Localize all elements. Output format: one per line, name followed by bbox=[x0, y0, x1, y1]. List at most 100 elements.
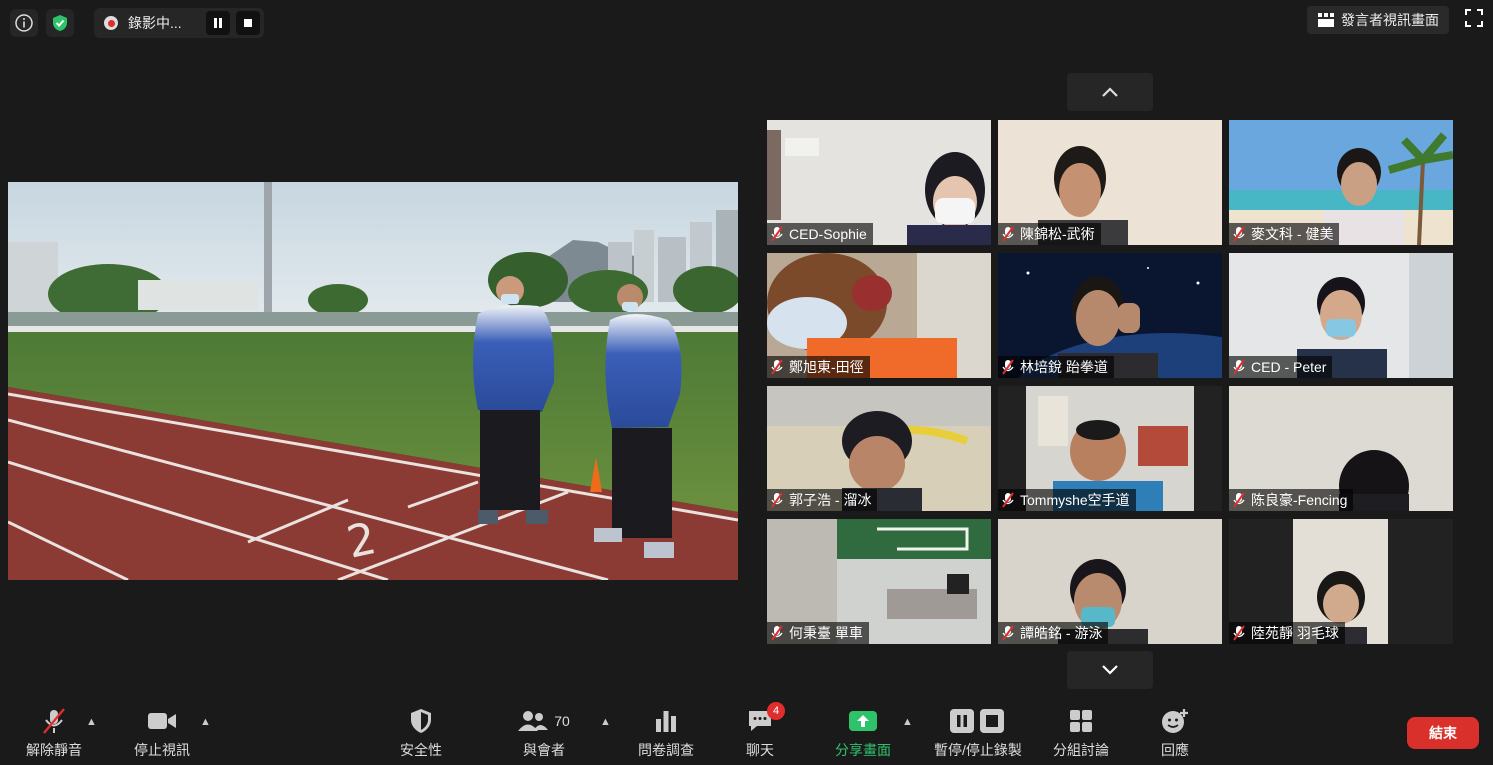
mic-muted-icon bbox=[771, 625, 783, 641]
recording-indicator: 錄影中... bbox=[94, 8, 264, 38]
speaker-view-icon bbox=[1318, 13, 1334, 27]
participant-name: 鄭旭東-田徑 bbox=[789, 359, 864, 375]
participant-name: 陳錦松-武術 bbox=[1020, 226, 1095, 242]
participant-name-tag: 郭子浩 - 溜冰 bbox=[767, 489, 878, 511]
participant-tile[interactable]: 麥文科 - 健美 bbox=[1229, 120, 1453, 245]
unmute-button[interactable]: 解除靜音 bbox=[9, 706, 99, 760]
participant-tile[interactable]: 譚皓銘 - 游泳 bbox=[998, 519, 1222, 644]
mic-muted-icon bbox=[1233, 226, 1245, 242]
participant-tile[interactable]: 陸苑靜 羽毛球 bbox=[1229, 519, 1453, 644]
bar-chart-icon bbox=[656, 711, 676, 732]
end-meeting-button[interactable]: 結束 bbox=[1407, 717, 1479, 749]
main-video-stage: 2 bbox=[8, 182, 738, 580]
fullscreen-button[interactable] bbox=[1465, 8, 1483, 32]
pause-recording-button[interactable] bbox=[205, 11, 230, 35]
participant-name: 郭子浩 - 溜冰 bbox=[789, 492, 872, 508]
pause-stop-recording-label: 暫停/停止錄製 bbox=[934, 742, 1022, 758]
participant-name: 林培銳 跆拳道 bbox=[1020, 359, 1108, 375]
breakout-rooms-button[interactable]: 分組討論 bbox=[1036, 706, 1126, 760]
pause-stop-recording-button[interactable]: 暫停/停止錄製 bbox=[932, 706, 1024, 760]
participant-name-tag: 麥文科 - 健美 bbox=[1229, 223, 1340, 245]
gallery-next-page-button[interactable] bbox=[1067, 651, 1153, 689]
stop-icon bbox=[243, 19, 252, 27]
participant-name-tag: 林培銳 跆拳道 bbox=[998, 356, 1114, 378]
participant-name-tag: 譚皓銘 - 游泳 bbox=[998, 622, 1109, 644]
encryption-button[interactable] bbox=[46, 9, 74, 37]
security-button[interactable]: 安全性 bbox=[376, 706, 466, 760]
audio-options-caret-icon[interactable]: ▲ bbox=[86, 716, 97, 728]
participant-name-tag: Tommyshe空手道 bbox=[998, 489, 1136, 511]
gallery-prev-page-button[interactable] bbox=[1067, 73, 1153, 111]
participant-name: 譚皓銘 - 游泳 bbox=[1020, 625, 1103, 641]
shield-check-icon bbox=[53, 15, 67, 31]
participant-name-tag: 陸苑靜 羽毛球 bbox=[1229, 622, 1345, 644]
recording-label: 錄影中... bbox=[128, 15, 182, 31]
recording-dot-icon bbox=[104, 16, 118, 30]
participants-label: 與會者 bbox=[523, 742, 565, 758]
participant-tile[interactable]: Tommyshe空手道 bbox=[998, 386, 1222, 511]
participant-tile[interactable]: 陈良豪-Fencing bbox=[1229, 386, 1453, 511]
stop-recording-button[interactable] bbox=[235, 11, 260, 35]
participant-name-tag: 陳錦松-武術 bbox=[998, 223, 1101, 245]
meeting-info-button[interactable] bbox=[10, 9, 38, 37]
participant-tile[interactable]: 鄭旭東-田徑 bbox=[767, 253, 991, 378]
participant-name: 何秉臺 單車 bbox=[789, 625, 863, 641]
breakout-rooms-icon bbox=[1070, 710, 1092, 732]
participant-name: 陈良豪-Fencing bbox=[1251, 492, 1348, 508]
mic-muted-icon bbox=[43, 708, 65, 734]
chevron-down-icon bbox=[1102, 665, 1118, 675]
share-options-caret-icon[interactable]: ▲ bbox=[902, 716, 913, 728]
track-scene-image: 2 bbox=[8, 182, 738, 580]
participant-tile[interactable]: 林培銳 跆拳道 bbox=[998, 253, 1222, 378]
video-options-caret-icon[interactable]: ▲ bbox=[200, 716, 211, 728]
video-camera-icon bbox=[148, 713, 176, 729]
participant-name: Tommyshe空手道 bbox=[1020, 492, 1130, 508]
participant-tile[interactable]: 何秉臺 單車 bbox=[767, 519, 991, 644]
mic-muted-icon bbox=[1002, 492, 1014, 508]
polls-button[interactable]: 問卷調查 bbox=[621, 706, 711, 760]
mic-muted-icon bbox=[771, 492, 783, 508]
participant-tile[interactable]: 郭子浩 - 溜冰 bbox=[767, 386, 991, 511]
mic-muted-icon bbox=[1002, 625, 1014, 641]
participants-options-caret-icon[interactable]: ▲ bbox=[600, 716, 611, 728]
mic-muted-icon bbox=[1233, 625, 1245, 641]
stop-video-label: 停止視訊 bbox=[134, 742, 190, 758]
share-screen-button[interactable]: 分享畫面 bbox=[818, 706, 908, 760]
breakout-rooms-label: 分組討論 bbox=[1053, 742, 1109, 758]
participant-tile[interactable]: CED-Sophie bbox=[767, 120, 991, 245]
reactions-button[interactable]: 回應 bbox=[1130, 706, 1220, 760]
pause-stop-icon bbox=[950, 709, 1004, 733]
shield-icon bbox=[411, 709, 431, 733]
emoji-add-icon bbox=[1162, 709, 1188, 733]
pause-icon bbox=[213, 18, 222, 28]
participant-name-tag: 鄭旭東-田徑 bbox=[767, 356, 870, 378]
speaker-view-label: 發言者視訊畫面 bbox=[1341, 12, 1439, 28]
participant-name: 陸苑靜 羽毛球 bbox=[1251, 625, 1339, 641]
chat-unread-badge: 4 bbox=[767, 702, 785, 720]
mic-muted-icon bbox=[1233, 359, 1245, 375]
participants-button[interactable]: 70 與會者 bbox=[499, 706, 589, 760]
participant-name: CED - Peter bbox=[1251, 359, 1327, 375]
info-icon bbox=[15, 14, 33, 32]
mic-muted-icon bbox=[771, 359, 783, 375]
reactions-label: 回應 bbox=[1161, 742, 1189, 758]
chat-label: 聊天 bbox=[746, 742, 774, 758]
mic-muted-icon bbox=[1002, 359, 1014, 375]
share-screen-label: 分享畫面 bbox=[835, 742, 891, 758]
top-left-controls: 錄影中... bbox=[10, 8, 264, 38]
mic-muted-icon bbox=[1002, 226, 1014, 242]
speaker-view-button[interactable]: 發言者視訊畫面 bbox=[1307, 6, 1449, 34]
unmute-label: 解除靜音 bbox=[26, 742, 82, 758]
stop-video-button[interactable]: 停止視訊 bbox=[117, 706, 207, 760]
participant-name-tag: CED - Peter bbox=[1229, 356, 1333, 378]
participant-name-tag: CED-Sophie bbox=[767, 223, 873, 245]
participant-tile[interactable]: CED - Peter bbox=[1229, 253, 1453, 378]
participants-count: 70 bbox=[554, 713, 570, 729]
fullscreen-icon bbox=[1465, 8, 1483, 27]
share-screen-icon bbox=[849, 711, 877, 731]
chat-button[interactable]: 4 聊天 bbox=[715, 702, 805, 760]
participant-tile[interactable]: 陳錦松-武術 bbox=[998, 120, 1222, 245]
participants-icon bbox=[518, 711, 549, 731]
polls-label: 問卷調查 bbox=[638, 742, 694, 758]
chevron-up-icon bbox=[1102, 87, 1118, 97]
